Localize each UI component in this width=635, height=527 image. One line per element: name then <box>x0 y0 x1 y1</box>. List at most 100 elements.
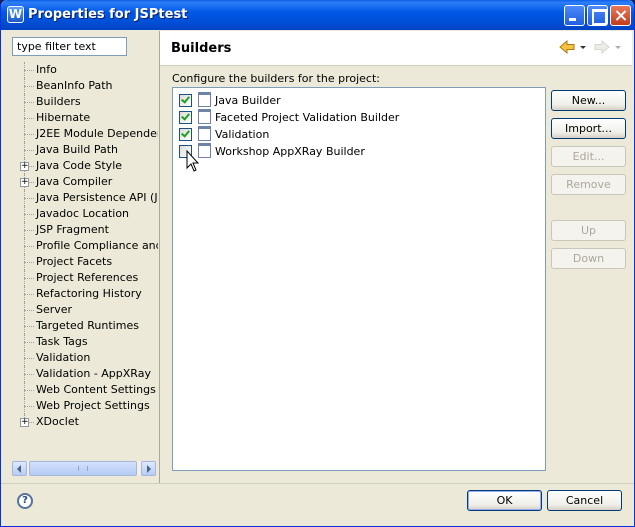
builder-binary-file-icon <box>198 92 211 107</box>
cancel-button[interactable]: Cancel <box>547 490 622 511</box>
tree-item-label: Info <box>36 63 57 76</box>
builder-label: Workshop AppXRay Builder <box>215 145 365 158</box>
forward-arrow-icon <box>594 40 610 54</box>
expand-plus-icon[interactable]: + <box>20 178 29 187</box>
window-title: Properties for JSPtest <box>28 7 188 22</box>
tree-item[interactable]: Java Build Path <box>12 142 158 158</box>
scroll-left-button[interactable] <box>12 461 27 476</box>
builder-checkbox[interactable] <box>179 111 192 124</box>
tree-item[interactable]: Hibernate <box>12 110 158 126</box>
properties-dialog: W Properties for JSPtest Info BeanInfo Pa… <box>0 0 635 527</box>
tree-line <box>24 390 34 391</box>
tree-item[interactable]: + XDoclet <box>12 414 158 430</box>
tree-item[interactable]: Web Project Settings <box>12 398 158 414</box>
tree-item-label: BeanInfo Path <box>36 79 113 92</box>
tree-item[interactable]: Validation - AppXRay <box>12 366 158 382</box>
tree-line <box>24 406 34 407</box>
tree-item[interactable]: + Java Compiler <box>12 174 158 190</box>
tree-item-label: Profile Compliance and Va <box>36 239 158 252</box>
new-button[interactable]: New... <box>551 90 626 111</box>
tree-line <box>24 214 34 215</box>
tree-item[interactable]: + Java Code Style <box>12 158 158 174</box>
tree-item-label: Refactoring History <box>36 287 142 300</box>
checkmark-icon <box>181 128 190 138</box>
checkmark-icon <box>181 111 190 121</box>
tree-line <box>24 198 34 199</box>
tree-line <box>24 230 34 231</box>
maximize-button[interactable] <box>587 5 608 26</box>
filter-input[interactable] <box>12 37 127 56</box>
tree-item[interactable]: Java Persistence API (JP <box>12 190 158 206</box>
tree-line <box>24 150 34 151</box>
up-button[interactable]: Up <box>551 220 626 241</box>
expand-plus-icon[interactable]: + <box>20 162 29 171</box>
tree-item[interactable]: BeanInfo Path <box>12 78 158 94</box>
tree-item-label: Hibernate <box>36 111 91 124</box>
tree-item[interactable]: Builders <box>12 94 158 110</box>
tree-item[interactable]: Task Tags <box>12 334 158 350</box>
tree-item-label: Project References <box>36 271 139 284</box>
tree-item-label: XDoclet <box>36 415 79 428</box>
tree-item-label: Project Facets <box>36 255 113 268</box>
tree-item[interactable]: Refactoring History <box>12 286 158 302</box>
tree-line <box>24 246 34 247</box>
tree-item-label: Java Persistence API (JP <box>36 191 158 204</box>
page-description: Configure the builders for the project: <box>172 72 380 85</box>
tree-item-label: Javadoc Location <box>36 207 130 220</box>
tree-line <box>24 70 34 71</box>
forward-history-dropdown-icon <box>615 46 621 49</box>
tree-item-label: Java Code Style <box>36 159 123 172</box>
title-bar[interactable]: W Properties for JSPtest <box>1 0 634 30</box>
edit-button[interactable]: Edit... <box>551 146 626 167</box>
tree-line <box>24 134 34 135</box>
help-icon[interactable]: ? <box>17 493 33 509</box>
tree-item-label: J2EE Module Dependenci <box>36 127 158 140</box>
back-history-dropdown-icon[interactable] <box>580 46 586 49</box>
tree-line <box>24 294 34 295</box>
tree-item-label: Builders <box>35 95 82 108</box>
close-button[interactable] <box>610 5 631 26</box>
builder-label: Java Builder <box>215 94 281 107</box>
remove-button[interactable]: Remove <box>551 174 626 195</box>
tree-line <box>24 262 34 263</box>
tree-line <box>24 358 34 359</box>
back-arrow-icon[interactable] <box>559 40 575 54</box>
page-title: Builders <box>171 41 232 56</box>
tree-item[interactable]: Targeted Runtimes <box>12 318 158 334</box>
tree-line <box>24 342 34 343</box>
tree-line <box>24 278 34 279</box>
tree-item-label: Java Build Path <box>36 143 119 156</box>
tree-item[interactable]: Project Facets <box>12 254 158 270</box>
tree-item-label: Web Content Settings <box>36 383 156 396</box>
tree-horizontal-scrollbar[interactable] <box>12 460 156 476</box>
pane-splitter[interactable] <box>159 31 160 483</box>
tree-item[interactable]: Server <box>12 302 158 318</box>
tree-item-label: Targeted Runtimes <box>36 319 139 332</box>
tree-line <box>24 326 34 327</box>
tree-item[interactable]: Profile Compliance and Va <box>12 238 158 254</box>
builder-label: Validation <box>215 128 270 141</box>
builder-binary-file-icon <box>198 109 211 124</box>
ok-button[interactable]: OK <box>467 490 542 511</box>
tree-item[interactable]: Javadoc Location <box>12 206 158 222</box>
tree-item-label: Web Project Settings <box>36 399 150 412</box>
page-header: Builders <box>160 31 632 66</box>
builder-checkbox[interactable] <box>179 128 192 141</box>
scroll-right-button[interactable] <box>141 461 156 476</box>
tree-line <box>24 86 34 87</box>
builder-binary-file-icon <box>198 126 211 141</box>
import-button[interactable]: Import... <box>551 118 626 139</box>
tree-item[interactable]: Validation <box>12 350 158 366</box>
tree-item[interactable]: Project References <box>12 270 158 286</box>
expand-plus-icon[interactable]: + <box>20 418 29 427</box>
tree-item[interactable]: J2EE Module Dependenci <box>12 126 158 142</box>
tree-item-label: Java Compiler <box>36 175 113 188</box>
builder-checkbox[interactable] <box>179 94 192 107</box>
scroll-thumb[interactable] <box>29 461 137 476</box>
down-button[interactable]: Down <box>551 248 626 269</box>
minimize-button[interactable] <box>564 5 585 26</box>
tree-item[interactable]: Info <box>12 62 158 78</box>
tree-item[interactable]: JSP Fragment <box>12 222 158 238</box>
tree-item-label: Validation - AppXRay <box>36 367 151 380</box>
tree-item[interactable]: Web Content Settings <box>12 382 158 398</box>
